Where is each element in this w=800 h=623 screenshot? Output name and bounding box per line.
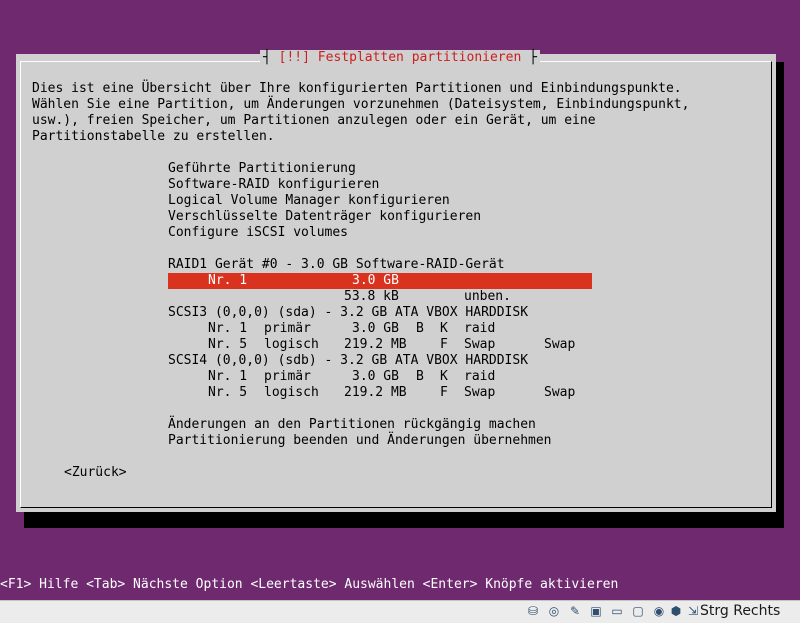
- partition-size: 3.0 GB: [352, 273, 399, 288]
- partition-row[interactable]: Nr. 1 primär 3.0 GB B K raid: [168, 321, 592, 337]
- key-hint-bar: <F1> Hilfe <Tab> Nächste Option <Leertas…: [0, 577, 619, 592]
- partition-menu: Geführte Partitionierung Software-RAID k…: [168, 161, 592, 449]
- partition-kind: logisch: [264, 337, 319, 352]
- vm-statusbar: ⛁ ◎ ✎ ▣ ▭ ▢ ◉ ⬢ ⇲ Strg Rechts: [0, 600, 800, 623]
- free-space-row[interactable]: 53.8 kB unben.: [168, 289, 592, 305]
- back-button[interactable]: <Zurück>: [64, 465, 127, 481]
- partition-flag: K: [440, 321, 448, 336]
- shared-folder-icon[interactable]: ▭: [610, 604, 624, 618]
- partition-flag: F: [440, 337, 448, 352]
- partition-size: 219.2 MB: [344, 385, 407, 400]
- menu-item-undo-changes[interactable]: Änderungen an den Partitionen rückgängig…: [168, 417, 592, 433]
- partition-filesystem: Swap: [464, 337, 496, 352]
- network-icon[interactable]: ▣: [589, 604, 603, 618]
- partition-row[interactable]: Nr. 1 primär 3.0 GB B K raid: [168, 369, 592, 385]
- partition-filesystem: Swap: [464, 385, 496, 400]
- partition-kind: primär: [264, 369, 311, 384]
- free-space-size: 53.8 kB: [344, 289, 399, 304]
- menu-item-software-raid[interactable]: Software-RAID konfigurieren: [168, 177, 592, 193]
- video-capture-icon[interactable]: ◉: [652, 604, 666, 618]
- raid-device-row[interactable]: RAID1 Gerät #0 - 3.0 GB Software-RAID-Ge…: [168, 257, 592, 273]
- menu-item-finish-partitioning[interactable]: Partitionierung beenden und Änderungen ü…: [168, 433, 592, 449]
- host-key-label: Strg Rechts: [700, 603, 781, 619]
- raid-partition-row[interactable]: Nr. 1 3.0 GB: [168, 273, 592, 289]
- partition-row[interactable]: Nr. 5 logisch 219.2 MB F Swap Swap: [168, 337, 592, 353]
- partition-flag: F: [440, 385, 448, 400]
- partition-filesystem: raid: [464, 321, 496, 336]
- menu-item-encrypted-volumes[interactable]: Verschlüsselte Datenträger konfigurieren: [168, 209, 592, 225]
- display-icon[interactable]: ▢: [631, 604, 645, 618]
- intro-line: Wählen Sie eine Partition, um Änderungen…: [32, 97, 690, 112]
- partition-filesystem: raid: [464, 369, 496, 384]
- guest-additions-icon[interactable]: ⬢: [669, 604, 683, 618]
- partition-dialog: ┤ [!!] Festplatten partitionieren ├ Dies…: [16, 50, 776, 512]
- disk-sdb-row[interactable]: SCSI4 (0,0,0) (sdb) - 3.2 GB ATA VBOX HA…: [168, 353, 592, 369]
- partition-size: 3.0 GB: [352, 321, 399, 336]
- hard-disk-icon[interactable]: ⛁: [526, 604, 540, 618]
- intro-line: Dies ist eine Übersicht über Ihre konfig…: [32, 81, 682, 96]
- menu-item-iscsi[interactable]: Configure iSCSI volumes: [168, 225, 592, 241]
- dialog-title: ┤ [!!] Festplatten partitionieren ├: [260, 50, 540, 66]
- partition-mountpoint: Swap: [544, 337, 576, 352]
- partition-number: Nr. 5: [208, 337, 248, 352]
- free-space-type: unben.: [464, 289, 511, 304]
- intro-line: Partitionstabelle zu erstellen.: [32, 129, 275, 144]
- disk-sda-row[interactable]: SCSI3 (0,0,0) (sda) - 3.2 GB ATA VBOX HA…: [168, 305, 592, 321]
- partition-kind: primär: [264, 321, 311, 336]
- partition-size: 3.0 GB: [352, 369, 399, 384]
- intro-line: usw.), freien Speicher, um Partitionen a…: [32, 113, 596, 128]
- menu-item-guided-partitioning[interactable]: Geführte Partitionierung: [168, 161, 592, 177]
- menu-item-lvm[interactable]: Logical Volume Manager konfigurieren: [168, 193, 592, 209]
- partition-number: Nr. 1: [208, 273, 248, 288]
- partition-flag: B: [416, 321, 424, 336]
- optical-disk-icon[interactable]: ◎: [547, 604, 561, 618]
- mouse-integration-icon[interactable]: ⇲: [686, 604, 700, 618]
- partition-number: Nr. 1: [208, 369, 248, 384]
- partition-flag: B: [416, 369, 424, 384]
- partition-kind: logisch: [264, 385, 319, 400]
- usb-icon[interactable]: ✎: [568, 604, 582, 618]
- partition-number: Nr. 1: [208, 321, 248, 336]
- partition-size: 219.2 MB: [344, 337, 407, 352]
- partition-mountpoint: Swap: [544, 385, 576, 400]
- partition-flag: K: [440, 369, 448, 384]
- partition-number: Nr. 5: [208, 385, 248, 400]
- partition-row[interactable]: Nr. 5 logisch 219.2 MB F Swap Swap: [168, 385, 592, 401]
